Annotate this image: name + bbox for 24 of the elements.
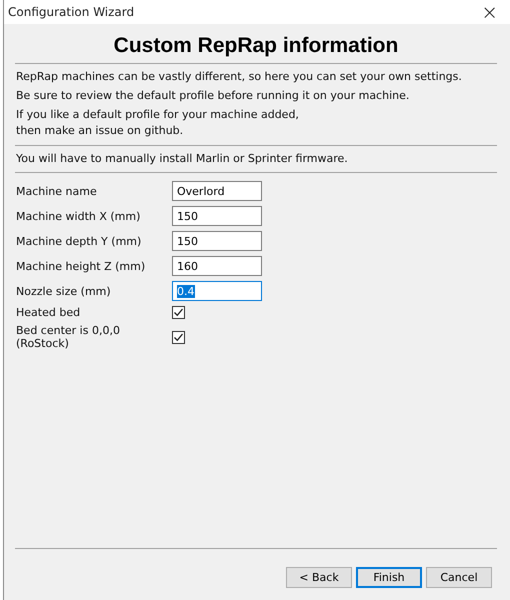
checkbox[interactable] — [172, 330, 185, 344]
firmware-note: You will have to manually install Marlin or Sprinter firmware. — [16, 151, 349, 167]
window-title: Configuration Wizard — [8, 5, 134, 19]
input-field[interactable]: Overlord — [172, 181, 262, 201]
finish-button[interactable]: Finish — [356, 567, 422, 588]
field-label: Bed center is 0,0,0 (RoStock) — [16, 324, 121, 350]
back-button[interactable]: < Back — [286, 567, 352, 588]
input-field[interactable]: 150 — [172, 231, 262, 251]
input-field[interactable]: 0.4 — [172, 281, 262, 301]
field-label: Machine name — [16, 184, 98, 198]
field-label: Machine width X (mm) — [16, 210, 142, 222]
field-label: Heated bed — [16, 306, 82, 319]
field-label: Nozzle size (mm) — [16, 284, 112, 298]
intro-text: RepRap machines can be vastly different, so here you can set your own settings. — [16, 69, 463, 85]
input-field[interactable]: 150 — [172, 206, 262, 226]
intro-text: If you like a default profile for your machine added, then make an issue on github. — [16, 107, 300, 139]
page-heading: Custom RepRap information — [112, 34, 400, 58]
input-field[interactable]: 160 — [172, 256, 262, 276]
field-label: Machine height Z (mm) — [16, 260, 146, 272]
field-label: Machine depth Y (mm) — [16, 234, 142, 248]
close-button[interactable]: × — [477, 2, 502, 22]
checkbox[interactable] — [172, 306, 185, 319]
cancel-button[interactable]: Cancel — [426, 567, 492, 588]
intro-text: Be sure to review the default profile before running it on your machine. — [16, 88, 410, 104]
